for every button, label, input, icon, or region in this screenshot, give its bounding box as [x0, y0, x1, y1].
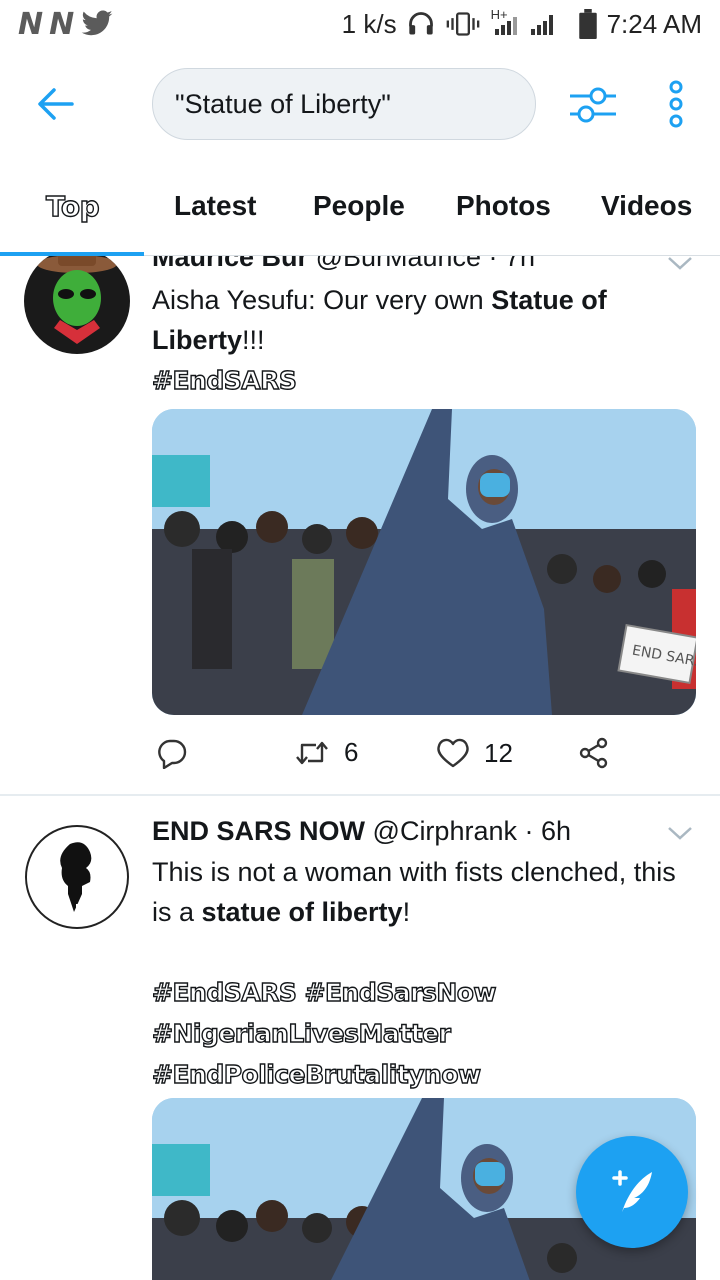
notification-n-icon: N: [49, 6, 74, 42]
search-filter-icon[interactable]: [566, 82, 620, 128]
tweet-feed[interactable]: Maurice Bur @BurMaurice · 7h Aisha Yesuf…: [0, 256, 720, 1280]
tweet-text-highlight: statue of liberty: [201, 897, 403, 927]
tweet-actions: 6 12: [152, 737, 632, 777]
compose-tweet-button[interactable]: [576, 1136, 688, 1248]
retweet-button[interactable]: 6: [294, 737, 358, 768]
search-input[interactable]: "Statue of Liberty": [152, 68, 536, 140]
like-button[interactable]: 12: [436, 737, 513, 769]
avatar[interactable]: [24, 256, 130, 354]
author-handle: @BurMaurice: [315, 256, 482, 272]
tab-videos[interactable]: Videos: [601, 190, 692, 222]
twitter-bird-icon: [81, 10, 113, 36]
share-button[interactable]: [578, 737, 610, 769]
battery-icon: [578, 9, 597, 39]
tweet-text: This is not a woman with fists clenched,…: [151, 852, 697, 1095]
avatar[interactable]: [24, 824, 130, 930]
tweet-photo[interactable]: END SARS: [152, 409, 696, 715]
reply-icon: [158, 739, 187, 769]
like-count: 12: [484, 737, 513, 768]
tab-people[interactable]: People: [313, 190, 405, 222]
tweet-text: Aisha Yesufu: Our very own Statue of Lib…: [151, 280, 697, 401]
search-tabs: Top Latest People Photos Videos: [0, 160, 720, 256]
search-query: "Statue of Liberty": [175, 88, 391, 119]
network-speed: 1 k/s: [341, 8, 397, 39]
share-icon: [579, 737, 608, 769]
headphones-icon: [408, 12, 433, 35]
vibrate-icon: [446, 12, 479, 36]
reply-button[interactable]: [156, 737, 188, 769]
hashtag[interactable]: #EndSARS: [151, 365, 297, 395]
tweet-text-part: !!!: [242, 325, 265, 355]
chevron-down-icon[interactable]: [666, 824, 694, 842]
status-bar: N N 1 k/s H+ 7:24 AM: [0, 0, 720, 48]
chevron-down-icon[interactable]: [666, 256, 694, 272]
tweet-time: · 7h: [488, 256, 536, 272]
hashtag[interactable]: #NigerianLivesMatter: [151, 1018, 451, 1048]
author-name[interactable]: Maurice Bur: [152, 256, 308, 272]
tweet-time: · 6h: [524, 816, 572, 846]
back-arrow-icon[interactable]: [30, 82, 80, 126]
more-options-icon[interactable]: [664, 80, 688, 128]
tab-latest[interactable]: Latest: [174, 190, 256, 222]
hashtag[interactable]: #EndSARS #EndSarsNow: [151, 977, 497, 1007]
search-header: "Statue of Liberty": [0, 48, 720, 160]
hashtag[interactable]: #EndPoliceBrutalitynow: [151, 1059, 481, 1089]
retweet-count: 6: [344, 737, 359, 767]
tab-top[interactable]: Top: [45, 189, 100, 223]
signal-icon: H+: [491, 7, 569, 37]
tweet-header: END SARS NOW @Cirphrank · 6h: [152, 816, 571, 847]
compose-tweet-icon: [612, 1170, 652, 1212]
heart-icon: [437, 738, 469, 768]
tweet-text-part: Aisha Yesufu: Our very own: [152, 285, 492, 315]
author-handle: @Cirphrank: [372, 816, 517, 846]
tab-photos[interactable]: Photos: [456, 190, 551, 222]
retweet-icon: [296, 741, 328, 764]
author-name[interactable]: END SARS NOW: [152, 816, 365, 846]
tweet[interactable]: Maurice Bur @BurMaurice · 7h Aisha Yesuf…: [0, 256, 720, 796]
clock: 7:24 AM: [606, 8, 702, 39]
tweet-text-part: !: [402, 897, 411, 927]
tweet-header: Maurice Bur @BurMaurice · 7h: [152, 256, 535, 273]
notification-n-icon: N: [18, 6, 43, 42]
